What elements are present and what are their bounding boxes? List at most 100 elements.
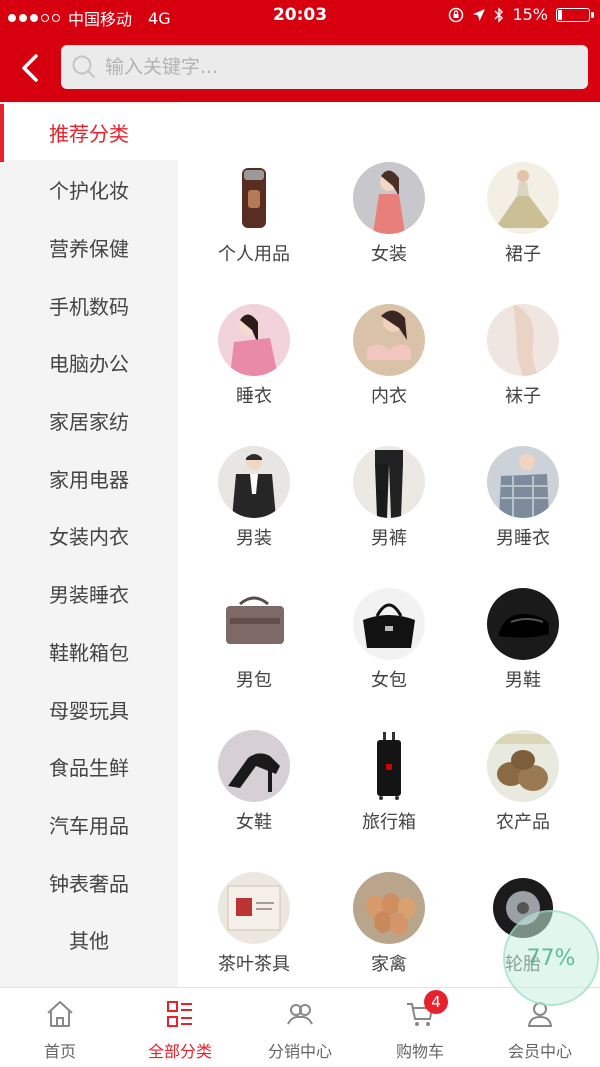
sidebar-item[interactable]: 营养保健 [0, 219, 178, 275]
category-tile[interactable]: 男睡衣 [453, 446, 593, 550]
category-tile[interactable]: 男包 [184, 588, 324, 692]
category-icon [164, 998, 196, 1030]
category-tile[interactable]: 袜子 [453, 304, 593, 408]
tab-label: 首页 [43, 1042, 76, 1061]
battery-icon [556, 7, 594, 22]
category-label: 袜子 [505, 386, 541, 407]
tab-cart[interactable]: 购物车 [360, 988, 480, 1067]
category-thumbnail [353, 304, 425, 376]
sidebar-item[interactable]: 其他 [0, 912, 178, 968]
battery-percent: 15% [512, 5, 548, 24]
category-tile[interactable]: 农产品 [453, 730, 593, 834]
sidebar-item[interactable]: 钟表奢品 [0, 854, 178, 910]
category-thumbnail [353, 872, 425, 944]
sidebar-item[interactable]: 手机数码 [0, 277, 178, 333]
bluetooth-icon [494, 6, 504, 23]
category-tile[interactable]: 裙子 [453, 162, 593, 266]
tab-label: 分销中心 [267, 1042, 332, 1061]
search-icon [72, 55, 95, 78]
category-label: 茶叶茶具 [218, 954, 290, 975]
category-thumbnail [487, 588, 559, 660]
category-tile[interactable]: 男装 [184, 446, 324, 550]
category-tile[interactable]: 女包 [319, 588, 459, 692]
sidebar-item-label: 汽车用品 [49, 813, 129, 838]
sidebar-item[interactable]: 电脑办公 [0, 335, 178, 391]
category-tile[interactable]: 男鞋 [453, 588, 593, 692]
sidebar-item-label: 男装睡衣 [49, 583, 129, 608]
bottom-tab-bar: 首页 全部分类 分销中心 购物车 会员中心 [0, 987, 600, 1067]
tab-category[interactable]: 全部分类 [120, 988, 240, 1067]
search-input[interactable] [105, 45, 575, 89]
category-label: 女装 [371, 244, 407, 265]
category-tile[interactable]: 旅行箱 [319, 730, 459, 834]
sidebar-item-label: 女装内衣 [49, 525, 129, 550]
status-bar: 中国移动 4G 20:03 15% [0, 0, 600, 32]
tab-label: 会员中心 [507, 1042, 572, 1061]
sidebar-item-label: 个护化妆 [49, 179, 129, 204]
header-bar: 中国移动 4G 20:03 15% [0, 0, 600, 102]
sidebar-item[interactable]: 家用电器 [0, 450, 178, 506]
category-thumbnail [487, 304, 559, 376]
category-label: 男装 [236, 528, 272, 549]
sidebar-item[interactable]: 个护化妆 [0, 162, 178, 218]
category-thumbnail [487, 730, 559, 802]
category-label: 裙子 [505, 244, 541, 265]
sidebar-item[interactable]: 食品生鲜 [0, 739, 178, 795]
sidebar-item[interactable]: 女装内衣 [0, 508, 178, 564]
sidebar-item[interactable]: 男装睡衣 [0, 566, 178, 622]
category-label: 男睡衣 [496, 528, 550, 549]
sidebar-item[interactable]: 母婴玩具 [0, 681, 178, 737]
progress-bubble[interactable]: 77% [503, 910, 599, 1006]
category-thumbnail [218, 446, 290, 518]
sidebar-item-label: 钟表奢品 [49, 871, 129, 896]
sidebar-item-label: 食品生鲜 [49, 756, 129, 781]
category-thumbnail [218, 588, 290, 660]
category-tile[interactable]: 茶叶茶具 [184, 872, 324, 976]
people-icon [284, 998, 316, 1030]
rotation-lock-icon [449, 7, 464, 22]
category-thumbnail [353, 588, 425, 660]
category-label: 家禽 [371, 954, 407, 975]
tab-label: 全部分类 [147, 1042, 212, 1061]
category-thumbnail [487, 162, 559, 234]
category-thumbnail [353, 730, 425, 802]
category-thumbnail [353, 162, 425, 234]
category-label: 男包 [236, 670, 272, 691]
sidebar-item[interactable]: 汽车用品 [0, 796, 178, 852]
location-icon [473, 8, 486, 21]
progress-bubble-text: 77% [526, 945, 576, 971]
sidebar-item-label: 母婴玩具 [49, 698, 129, 723]
tab-label: 购物车 [395, 1042, 444, 1061]
home-icon [44, 998, 76, 1030]
category-label: 个人用品 [218, 244, 290, 265]
cart-badge: 4 [424, 990, 448, 1014]
category-label: 内衣 [371, 386, 407, 407]
category-tile[interactable]: 家禽 [319, 872, 459, 976]
sidebar-item-label: 营养保健 [49, 236, 129, 261]
category-label: 男鞋 [505, 670, 541, 691]
category-tile[interactable]: 女鞋 [184, 730, 324, 834]
search-bar[interactable] [61, 45, 588, 89]
category-thumbnail [218, 872, 290, 944]
category-tile[interactable]: 男裤 [319, 446, 459, 550]
tab-home[interactable]: 首页 [0, 988, 120, 1067]
category-thumbnail [487, 446, 559, 518]
sidebar-item[interactable]: 鞋靴箱包 [0, 623, 178, 679]
category-thumbnail [218, 304, 290, 376]
category-grid: 厨房用品大家电小家电个人用品女装裙子睡衣内衣袜子男装男裤男睡衣男包女包男鞋女鞋旅… [178, 102, 600, 987]
tab-people[interactable]: 分销中心 [240, 988, 360, 1067]
category-label: 女鞋 [236, 812, 272, 833]
category-tile[interactable]: 内衣 [319, 304, 459, 408]
chevron-left-icon [22, 54, 38, 82]
category-sidebar: 推荐分类个护化妆营养保健手机数码 电脑办公 家居家纺 家用电器女装内衣男装睡衣鞋靴箱包… [0, 102, 178, 987]
back-button[interactable] [12, 48, 48, 88]
category-tile[interactable]: 女装 [319, 162, 459, 266]
category-label: 睡衣 [236, 386, 272, 407]
sidebar-item[interactable]: 推荐分类 [0, 104, 178, 162]
sidebar-item[interactable]: 家居家纺 [0, 393, 178, 449]
category-tile[interactable]: 个人用品 [184, 162, 324, 266]
category-tile[interactable]: 睡衣 [184, 304, 324, 408]
sidebar-item-label: 其他 [69, 929, 109, 954]
sidebar-item-label: 鞋靴箱包 [49, 640, 129, 665]
sidebar-item-label: 推荐分类 [49, 121, 129, 146]
